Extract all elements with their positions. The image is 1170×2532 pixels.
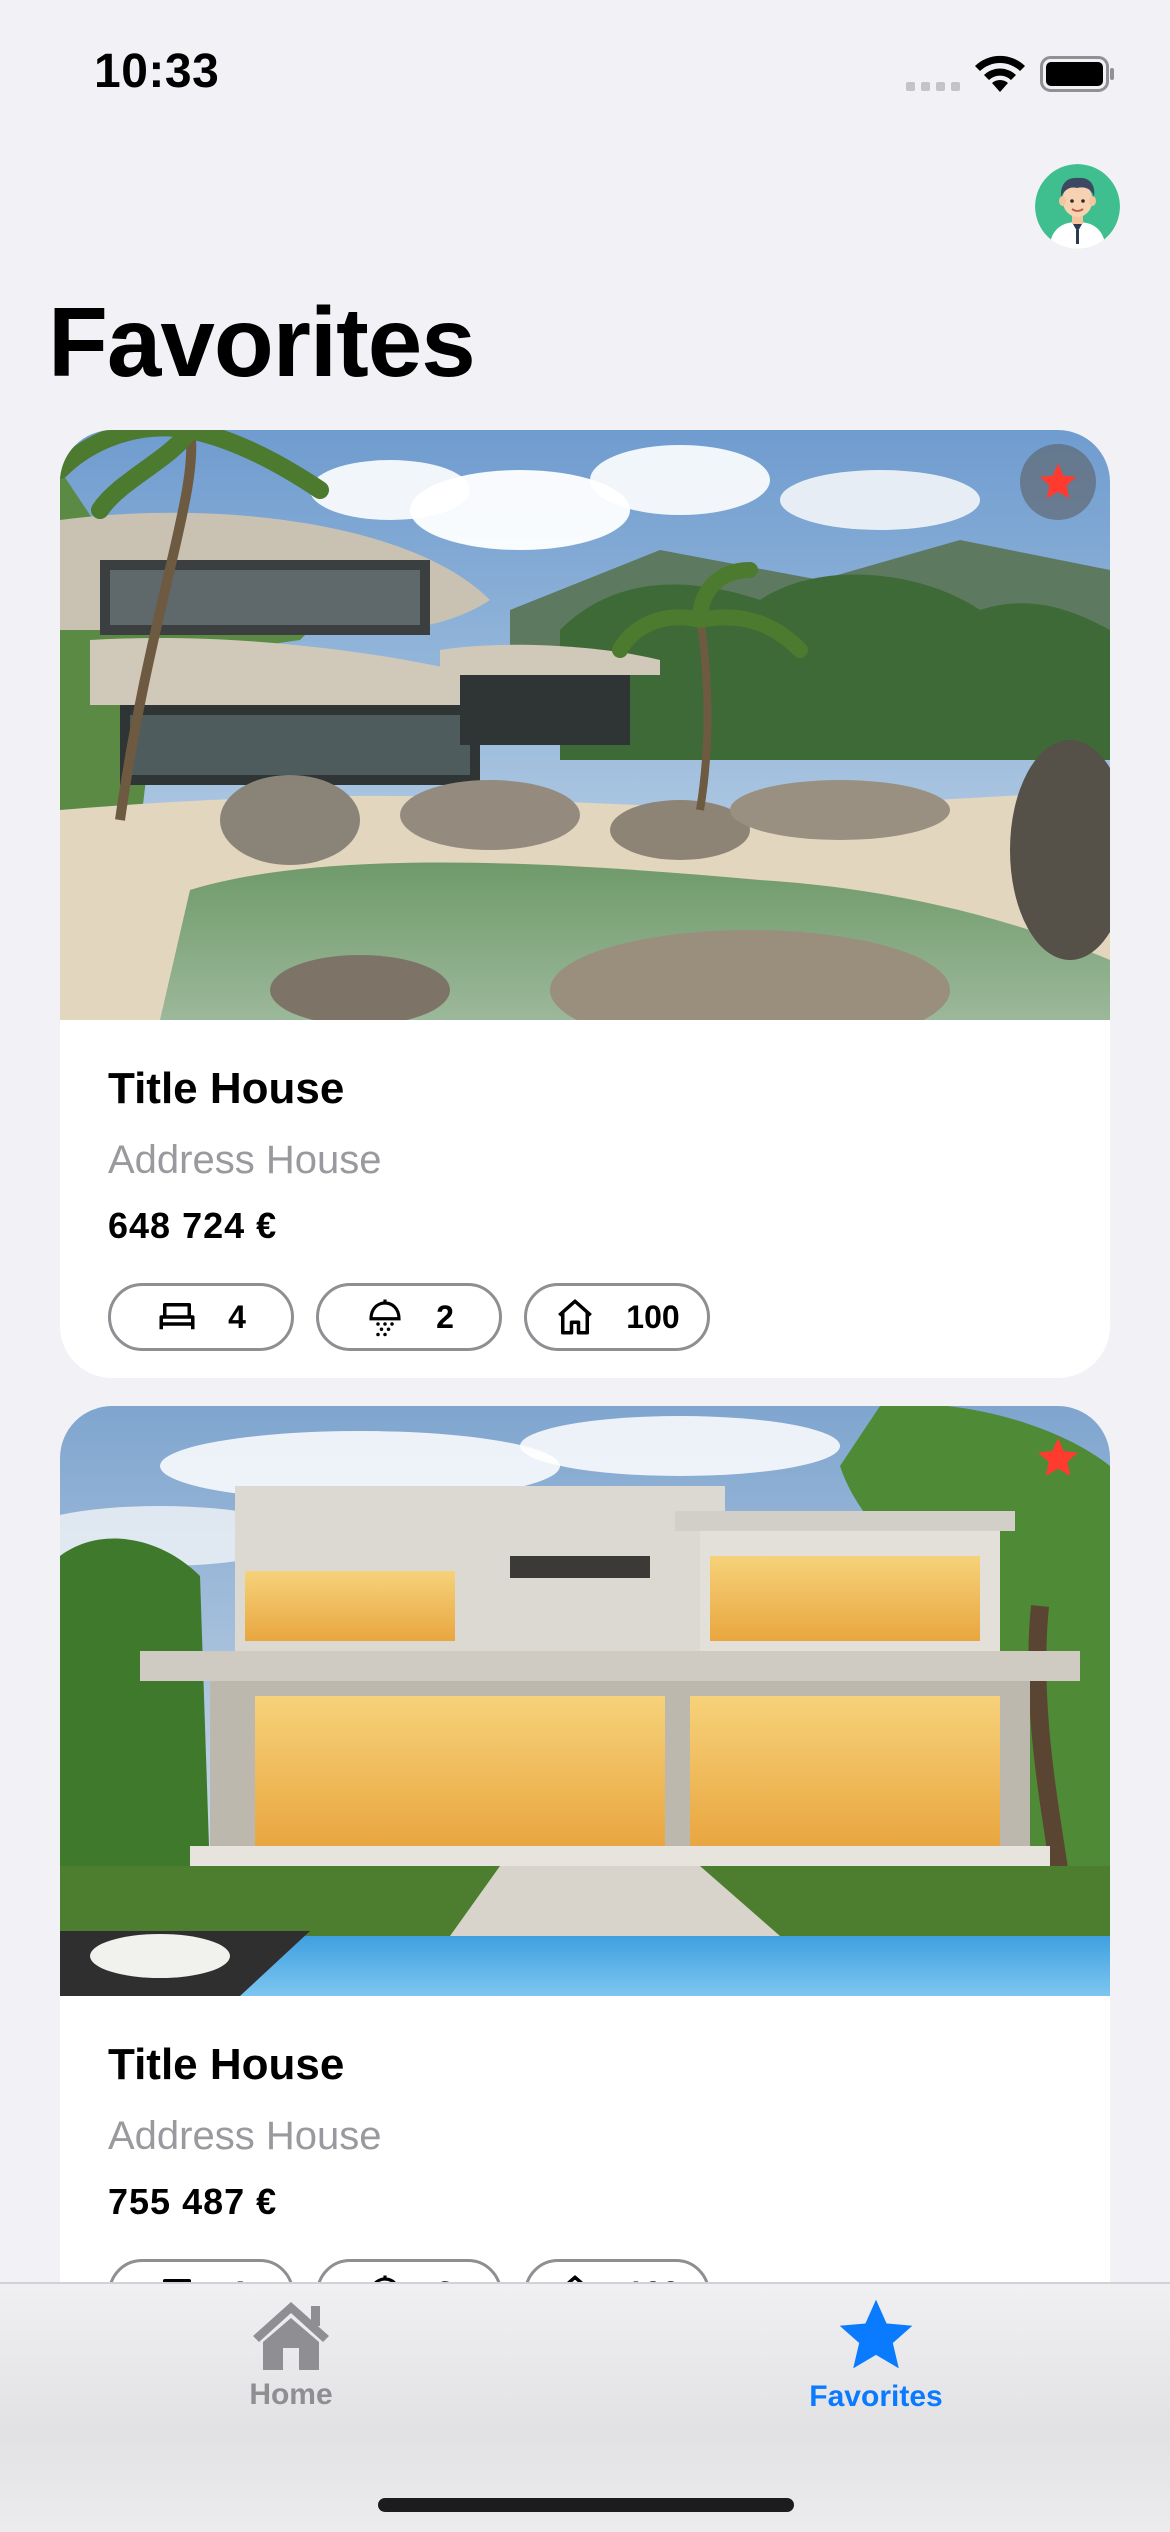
area-chip: 100 <box>524 2259 710 2282</box>
house-card[interactable]: Title House Address House 755 487 € 4 <box>60 1406 1110 2282</box>
status-bar: 10:33 <box>0 0 1170 150</box>
bathrooms-count: 2 <box>436 2275 454 2283</box>
house-price: 755 487 € <box>108 2181 278 2222</box>
house-card[interactable]: Title House Address House 648 724 € 4 2 … <box>60 430 1110 1378</box>
area-value: 100 <box>626 1298 680 1335</box>
beach-villa-photo <box>60 430 1110 1020</box>
shower-icon <box>369 1299 401 1337</box>
house-address: Address House <box>108 2114 382 2158</box>
avatar-icon <box>1035 164 1120 249</box>
house-features: 4 2 100 <box>108 2259 1062 2282</box>
bedrooms-count: 4 <box>228 1298 246 1335</box>
house-photo <box>60 1406 1110 1996</box>
area-value: 100 <box>626 2275 679 2283</box>
house-photo <box>60 430 1110 1020</box>
house-features: 4 2 100 <box>108 1283 1062 1351</box>
tab-home[interactable]: Home <box>181 2298 401 2412</box>
wifi-icon <box>975 55 1025 92</box>
favorite-toggle[interactable] <box>1020 1420 1096 1496</box>
star-filled-icon <box>1038 1438 1078 1476</box>
star-filled-icon <box>1039 463 1077 499</box>
bed-icon <box>159 1303 195 1330</box>
bathrooms-count: 2 <box>436 1298 454 1335</box>
home-indicator[interactable] <box>378 2498 794 2512</box>
bathrooms-chip: 2 <box>316 2259 502 2282</box>
bedrooms-chip: 4 <box>108 1283 294 1351</box>
bed-icon <box>163 2279 192 2282</box>
favorite-toggle[interactable] <box>1020 444 1096 520</box>
bathrooms-chip: 2 <box>316 1283 502 1351</box>
tab-home-label: Home <box>249 2378 333 2411</box>
house-icon <box>253 2302 329 2370</box>
area-chip: 100 <box>524 1283 710 1351</box>
star-icon <box>839 2299 913 2369</box>
tab-favorites-label: Favorites <box>809 2380 943 2413</box>
house-title: Title House <box>108 2040 345 2089</box>
house-address: Address House <box>108 1138 382 1182</box>
house-price: 648 724 € <box>108 1205 278 1246</box>
favorites-list[interactable]: Title House Address House 648 724 € 4 2 … <box>0 420 1170 2282</box>
profile-avatar[interactable] <box>1035 164 1120 249</box>
battery-icon <box>1040 56 1114 92</box>
modern-house-pool-photo <box>60 1406 1110 1996</box>
house-outline-icon <box>567 2275 584 2282</box>
page-title: Favorites <box>48 287 476 397</box>
house-title: Title House <box>108 1064 345 1113</box>
shower-icon <box>374 2275 396 2282</box>
bedrooms-chip: 4 <box>108 2259 294 2282</box>
tab-favorites[interactable]: Favorites <box>766 2298 986 2414</box>
bedrooms-count: 4 <box>228 2275 246 2283</box>
tab-bar: Home Favorites <box>0 2282 1170 2532</box>
cellular-signal-icon <box>906 82 960 91</box>
status-time: 10:33 <box>94 45 220 98</box>
house-outline-icon <box>558 1299 593 1335</box>
